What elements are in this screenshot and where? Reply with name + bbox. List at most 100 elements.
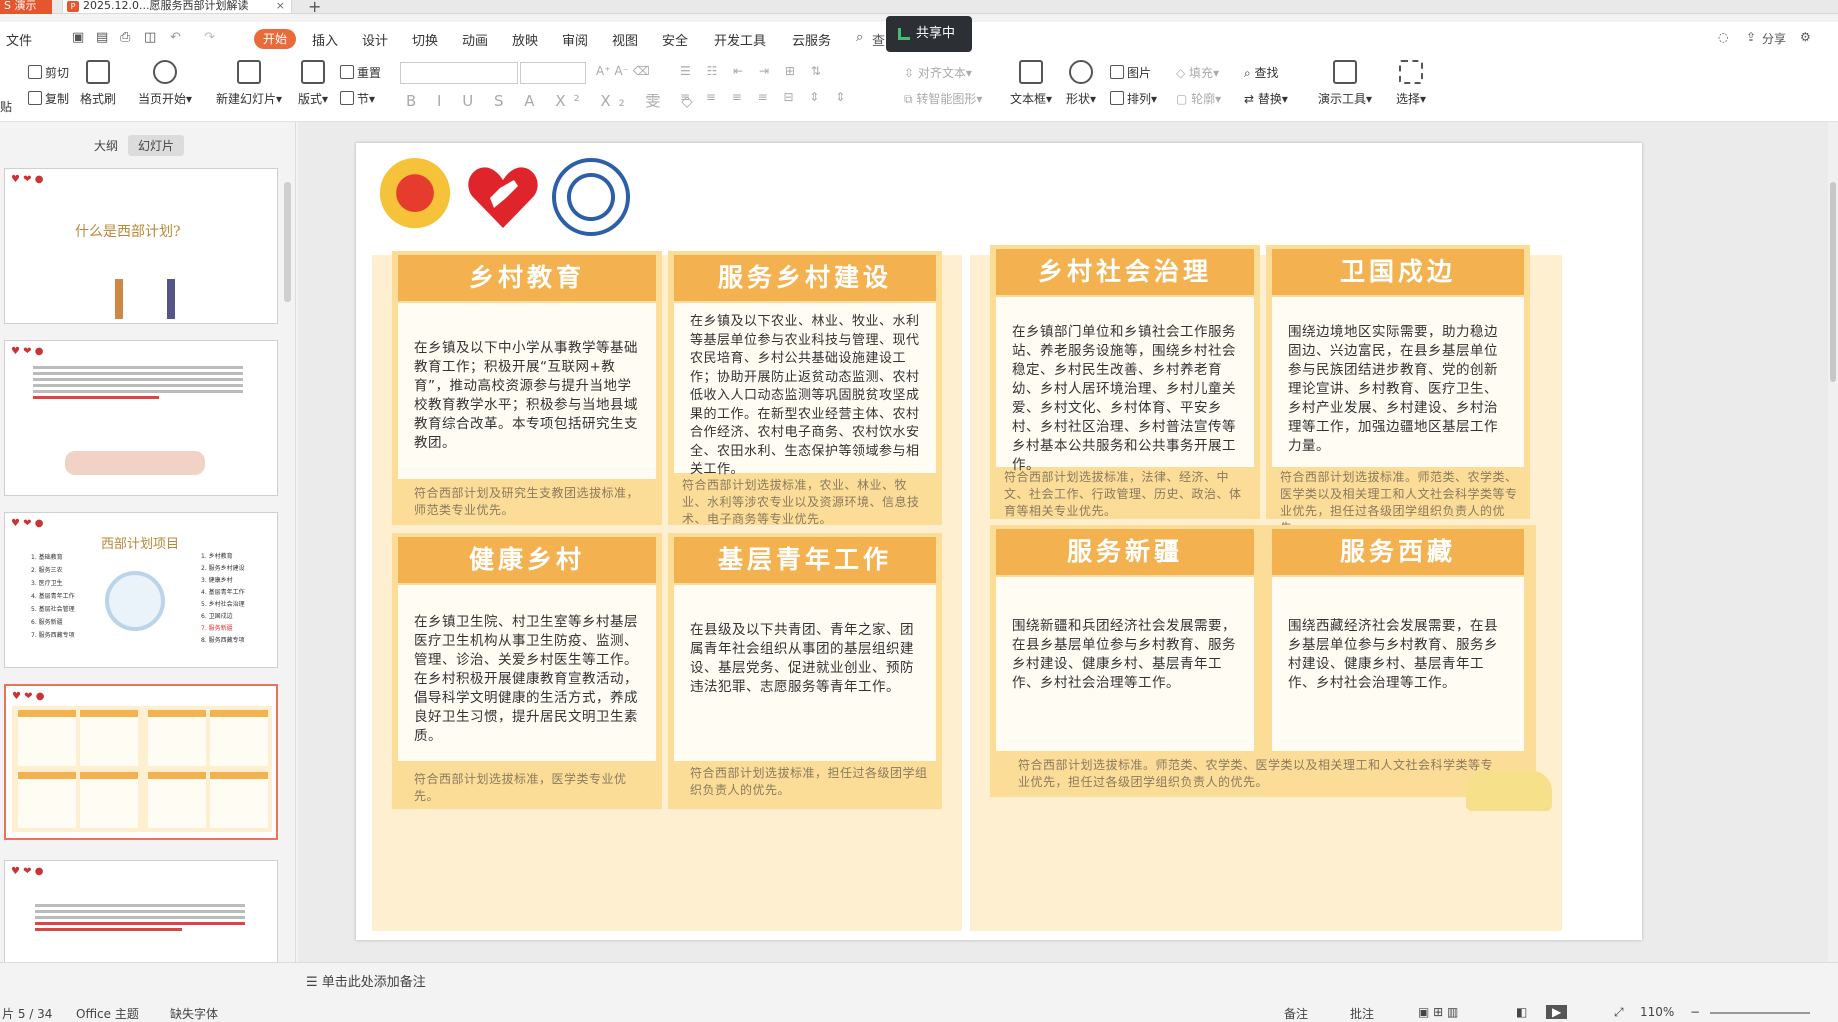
card-body: 围绕西藏经济社会发展需要，在县乡基层单位参与乡村教育、服务乡村建设、健康乡村、基…: [1272, 577, 1524, 751]
menu-transition[interactable]: 切换: [412, 30, 438, 49]
format-painter-label: 格式刷: [80, 92, 117, 106]
menu-security[interactable]: 安全: [662, 30, 688, 49]
menu-developer[interactable]: 开发工具: [714, 30, 766, 49]
copy-icon: [28, 91, 42, 105]
slide-thumbnail-3[interactable]: ♥ ❤ ● 西部计划项目 1. 基础教育 2. 服务三农 3. 医疗卫生 4. 基层青…: [4, 512, 278, 668]
current-slide[interactable]: 乡村教育 在乡镇及以下中小学从事教学等基础教育工作；积极开展“互联网+教育”，推…: [356, 143, 1642, 940]
slide-thumbnail-5[interactable]: ♥ ❤ ●: [4, 860, 278, 970]
save-icon[interactable]: ▣: [72, 30, 84, 45]
font-size-controls[interactable]: A⁺ A⁻ ⌫: [596, 64, 650, 78]
file-menu[interactable]: 文件: [6, 30, 32, 49]
print-icon[interactable]: ⎙: [120, 30, 130, 45]
canvas-scrollbar[interactable]: [1828, 122, 1838, 962]
shared-selection-note: 符合西部计划选拔标准。师范类、农学类、医学类以及相关理工和人文社会科学类等专业优…: [1018, 758, 1494, 789]
section-button[interactable]: 节▾: [340, 90, 375, 107]
panel-scrollbar[interactable]: [284, 182, 291, 302]
find-button[interactable]: ⌕ 查找: [1244, 64, 1279, 81]
align-controls[interactable]: ≡ ≡ ≡ ≡ ⊟ ⇕ ⇕: [680, 90, 851, 104]
zoom-level[interactable]: 110%: [1640, 1005, 1674, 1019]
format-painter-button[interactable]: 格式刷: [80, 60, 116, 107]
shape-button[interactable]: 形状▾: [1066, 60, 1096, 107]
cut-button[interactable]: 剪切: [28, 64, 69, 81]
menu-cloud[interactable]: 云服务: [792, 30, 831, 49]
redo-icon[interactable]: ↷: [204, 30, 215, 45]
layout-button[interactable]: 版式▾: [298, 60, 328, 107]
paste-button[interactable]: 贴: [0, 98, 12, 115]
align-text-button[interactable]: ⇳ 对齐文本▾: [904, 64, 972, 81]
notes-toggle[interactable]: 备注: [1284, 1005, 1308, 1022]
comment-icon[interactable]: ◌: [1718, 30, 1728, 44]
font-size-select[interactable]: [520, 62, 586, 84]
share-icon[interactable]: ⇪: [1746, 30, 1756, 44]
font-name-select[interactable]: [400, 62, 518, 84]
slideshow-play-icon[interactable]: ▶: [1546, 1005, 1568, 1019]
canvas-scrollbar-thumb[interactable]: [1830, 182, 1836, 382]
preview-icon[interactable]: ◫: [144, 30, 156, 45]
thumbnail-5-text-block: [35, 901, 245, 934]
menu-review[interactable]: 审阅: [562, 30, 588, 49]
document-tab[interactable]: P 2025.12.0...愿服务西部计划解读 ×: [62, 0, 292, 14]
zoom-slider[interactable]: [1710, 1012, 1810, 1014]
export-icon[interactable]: ▤: [96, 30, 108, 45]
select-button[interactable]: 选择▾: [1396, 60, 1426, 107]
menu-animation[interactable]: 动画: [462, 30, 488, 49]
volunteer-heart-logo: [464, 158, 542, 236]
brush-icon: [86, 60, 110, 84]
theme-name[interactable]: Office 主题: [76, 1005, 139, 1022]
copy-button[interactable]: 复制: [28, 90, 69, 107]
menu-slideshow[interactable]: 放映: [512, 30, 538, 49]
thumbnail-1-title: 什么是西部计划?: [75, 224, 181, 240]
convert-smartart-button[interactable]: ⧉ 转智能图形▾: [904, 90, 982, 107]
fit-window-icon[interactable]: ⤢: [1614, 1005, 1624, 1020]
search-icon[interactable]: ⌕: [856, 30, 863, 45]
cut-label: 剪切: [45, 66, 70, 80]
outline-button[interactable]: ▢ 轮廓▾: [1176, 90, 1221, 107]
text-format-controls[interactable]: B I U S A X² X₂ 雯 ◇: [406, 90, 701, 111]
slide-thumbnail-4-selected[interactable]: ♥ ❤ ●: [4, 684, 278, 840]
missing-font-indicator[interactable]: 缺失字体: [170, 1005, 218, 1022]
tab-slides[interactable]: 幻灯片: [128, 135, 185, 156]
card-body: 在乡镇卫生院、村卫生室等乡村基层医疗卫生机构从事卫生防疫、监测、管理、诊治、关爱…: [398, 585, 656, 761]
undo-icon[interactable]: ↶: [170, 30, 181, 45]
logo-icons: ♥ ❤ ●: [11, 174, 44, 185]
card-rural-education: 乡村教育 在乡镇及以下中小学从事教学等基础教育工作；积极开展“互联网+教育”，推…: [392, 251, 662, 525]
card-title: 基层青年工作: [674, 537, 936, 583]
replace-button[interactable]: ⇄ 替换▾: [1244, 90, 1288, 107]
layout-icon: [301, 60, 326, 84]
normal-view-icon[interactable]: ▣ ⊞ ▥: [1418, 1005, 1458, 1019]
slide-thumbnail-1[interactable]: ♥ ❤ ● 什么是西部计划?: [4, 168, 278, 324]
menu-design[interactable]: 设计: [362, 30, 388, 49]
list-controls[interactable]: ☰ ☷ ⇤ ⇥ ⊞ ⇅: [680, 64, 827, 78]
menu-search[interactable]: 查: [872, 30, 885, 49]
slide-thumbnail-2[interactable]: ♥ ❤ ●: [4, 340, 278, 496]
menu-insert[interactable]: 插入: [312, 30, 338, 49]
textbox-button[interactable]: 文本框▾: [1010, 60, 1052, 107]
card-note: 符合西部计划选拔标准，医学类专业优先。: [414, 772, 627, 803]
presentation-tools-button[interactable]: 演示工具▾: [1318, 60, 1372, 107]
close-tab-icon[interactable]: ×: [276, 0, 285, 12]
align-text-label: 对齐文本: [917, 66, 966, 80]
new-slide-label: 新建幻灯片: [216, 92, 277, 106]
new-slide-button[interactable]: 新建幻灯片▾: [216, 60, 282, 107]
zoom-out-button[interactable]: −: [1690, 1005, 1700, 1019]
card-title: 乡村教育: [398, 255, 656, 301]
share-button[interactable]: 分享: [1762, 30, 1786, 47]
reading-view-icon[interactable]: ◧: [1516, 1005, 1527, 1019]
tab-outline[interactable]: 大纲: [84, 135, 128, 156]
menu-start[interactable]: 开始: [254, 29, 296, 49]
new-tab-button[interactable]: +: [308, 0, 321, 16]
reset-button[interactable]: 重置: [340, 64, 381, 81]
play-icon: [153, 60, 178, 84]
presentation-tools-icon: [1333, 60, 1358, 84]
settings-icon[interactable]: ⚙: [1800, 30, 1811, 44]
slide-thumbnail-panel: 大纲 幻灯片 ♥ ❤ ● 什么是西部计划? ♥ ❤ ● ♥ ❤ ● 西部计划项目…: [0, 122, 296, 970]
comments-toggle[interactable]: 批注: [1350, 1005, 1374, 1022]
fill-button[interactable]: ◇ 填充▾: [1176, 64, 1219, 81]
app-tab[interactable]: S 演示: [0, 0, 52, 14]
menu-view[interactable]: 视图: [612, 30, 638, 49]
add-notes-placeholder[interactable]: ☰ 单击此处添加备注: [306, 971, 426, 990]
arrange-button[interactable]: 排列▾: [1110, 90, 1157, 107]
sharing-status-badge[interactable]: 共享中: [886, 16, 972, 52]
play-from-current-button[interactable]: 当页开始▾: [138, 60, 192, 107]
picture-button[interactable]: 图片: [1110, 64, 1151, 81]
